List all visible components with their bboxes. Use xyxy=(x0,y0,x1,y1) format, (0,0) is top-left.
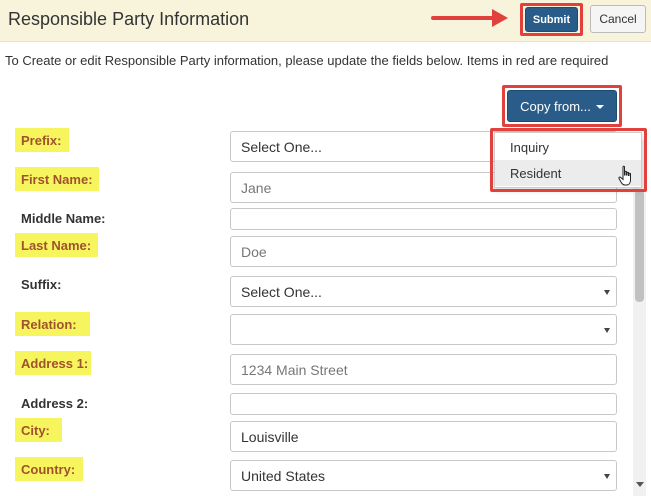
cancel-button[interactable]: Cancel xyxy=(590,5,646,33)
last-name-value: Doe xyxy=(241,243,267,260)
arrow-annotation-icon xyxy=(431,16,495,20)
submit-button[interactable]: Submit xyxy=(525,7,578,32)
address1-input[interactable]: 1234 Main Street xyxy=(230,354,617,385)
address2-label: Address 2: xyxy=(21,396,89,411)
suffix-select[interactable]: Select One... xyxy=(230,276,617,307)
copy-from-button[interactable]: Copy from... xyxy=(507,90,617,122)
country-label: Country: xyxy=(21,462,76,477)
last-name-input[interactable]: Doe xyxy=(230,236,617,267)
page-title: Responsible Party Information xyxy=(8,9,250,29)
scrollbar-thumb[interactable] xyxy=(635,190,644,302)
address1-value: 1234 Main Street xyxy=(241,361,348,378)
suffix-label: Suffix: xyxy=(21,277,62,292)
copy-from-label: Copy from... xyxy=(520,98,591,114)
prefix-label: Prefix: xyxy=(21,133,62,148)
scroll-down-arrow-icon[interactable] xyxy=(636,482,644,487)
select-arrow-icon xyxy=(604,289,610,295)
address2-input[interactable] xyxy=(230,393,617,415)
prefix-select-value: Select One... xyxy=(241,138,322,155)
country-select[interactable]: United States xyxy=(230,460,617,491)
instructions-text: To Create or edit Responsible Party info… xyxy=(5,53,609,68)
address1-label: Address 1: xyxy=(21,356,89,371)
city-label: City: xyxy=(21,423,50,438)
suffix-select-value: Select One... xyxy=(241,283,322,300)
select-arrow-icon xyxy=(604,327,610,333)
hand-cursor-icon xyxy=(618,165,631,186)
caret-down-icon xyxy=(595,105,604,109)
middle-name-input[interactable] xyxy=(230,208,617,230)
select-arrow-icon xyxy=(604,473,610,479)
arrow-annotation-head-icon xyxy=(492,9,508,27)
city-input[interactable]: Louisville xyxy=(230,421,617,452)
relation-select[interactable] xyxy=(230,314,617,345)
first-name-label: First Name: xyxy=(21,172,93,187)
middle-name-label: Middle Name: xyxy=(21,211,106,226)
city-value: Louisville xyxy=(241,428,299,445)
first-name-value: Jane xyxy=(241,179,272,196)
relation-label: Relation: xyxy=(21,317,77,332)
last-name-label: Last Name: xyxy=(21,238,92,253)
country-select-value: United States xyxy=(241,467,326,484)
